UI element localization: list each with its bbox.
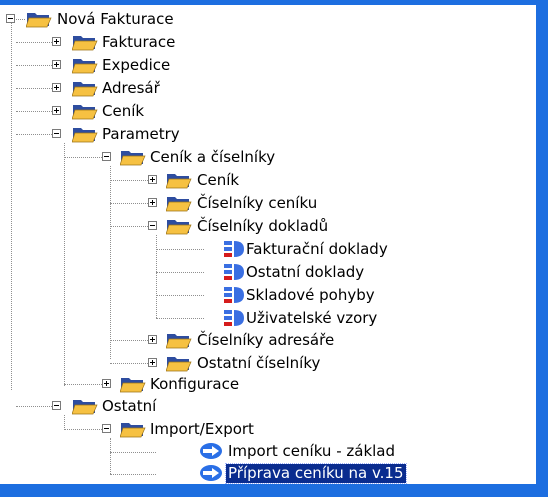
tree-node-ostatni-ciselniky[interactable]: Ostatní číselníky <box>0 352 536 375</box>
tree-node-label[interactable]: Ostatní číselníky <box>195 354 322 373</box>
blue-arrow-icon <box>198 463 224 483</box>
folder-open-icon <box>120 374 146 394</box>
expand-toggle-icon[interactable] <box>52 37 61 46</box>
tree-node-label-selected[interactable]: Příprava ceníku na v.15 <box>225 463 407 484</box>
folder-open-icon <box>72 396 98 416</box>
tree-node-cenik-a-ciselniky[interactable]: Ceník a číselníky <box>0 146 536 169</box>
tree-node-fakturace[interactable]: Fakturace <box>0 31 536 54</box>
tree-node-ciselniky-dokladu[interactable]: Číselníky dokladů <box>0 215 536 238</box>
folder-open-icon <box>72 55 98 75</box>
expand-toggle-icon[interactable] <box>148 175 157 184</box>
tree-node-label[interactable]: Konfigurace <box>148 375 241 394</box>
tree-node-import-export[interactable]: Import/Export <box>0 418 536 441</box>
folder-open-icon <box>166 193 192 213</box>
tree-node-parametry[interactable]: Parametry <box>0 123 536 146</box>
tree-node-label[interactable]: Import/Export <box>148 420 256 439</box>
folder-open-icon <box>72 124 98 144</box>
tree-node-label[interactable]: Ostatní <box>100 397 158 416</box>
expand-toggle-icon[interactable] <box>102 379 111 388</box>
tree-node-label[interactable]: Uživatelské vzory <box>244 309 379 328</box>
folder-open-icon <box>72 101 98 121</box>
collapse-toggle-icon[interactable] <box>6 14 15 23</box>
folder-open-icon <box>120 147 146 167</box>
folder-open-icon <box>166 330 192 350</box>
folder-open-icon <box>166 170 192 190</box>
tree-node-label[interactable]: Ceník a číselníky <box>148 148 277 167</box>
tree-node-label[interactable]: Skladové pohyby <box>244 286 377 305</box>
tree-node-expedice[interactable]: Expedice <box>0 54 536 77</box>
tree-node-label[interactable]: Import ceníku - základ <box>226 442 397 461</box>
tree-node-label[interactable]: Číselníky dokladů <box>195 217 330 236</box>
tree-node-label[interactable]: Expedice <box>100 56 172 75</box>
navigation-tree[interactable]: Nová Fakturace Fakturace Expedice Adresá… <box>0 5 536 484</box>
tree-node-label[interactable]: Ceník <box>195 171 241 190</box>
tree-node-nova-fakturace[interactable]: Nová Fakturace <box>0 8 536 31</box>
window-bottom-border <box>0 484 548 497</box>
tree-node-label[interactable]: Adresář <box>100 79 162 98</box>
tree-node-label[interactable]: Fakturace <box>100 33 177 52</box>
tree-node-cenik-sub[interactable]: Ceník <box>0 169 536 192</box>
expand-toggle-icon[interactable] <box>148 358 157 367</box>
folder-open-icon <box>166 353 192 373</box>
tree-node-ostatni-doklady[interactable]: Ostatní doklady <box>0 261 536 284</box>
screenshot-canvas: Nová Fakturace Fakturace Expedice Adresá… <box>0 0 548 497</box>
expand-toggle-icon[interactable] <box>148 198 157 207</box>
tree-node-priprava-ceniku[interactable]: Příprava ceníku na v.15 <box>0 462 536 484</box>
collapse-toggle-icon[interactable] <box>102 152 111 161</box>
expand-toggle-icon[interactable] <box>52 60 61 69</box>
folder-open-icon <box>166 216 192 236</box>
expand-toggle-icon[interactable] <box>148 335 157 344</box>
tree-node-adresar[interactable]: Adresář <box>0 77 536 100</box>
tree-node-cenik[interactable]: Ceník <box>0 100 536 123</box>
tree-node-skladove-pohyby[interactable]: Skladové pohyby <box>0 284 536 307</box>
window-right-border <box>536 0 548 497</box>
tree-node-label[interactable]: Fakturační doklady <box>244 240 390 259</box>
folder-open-icon <box>72 78 98 98</box>
folder-open-icon <box>26 9 52 29</box>
tree-node-label[interactable]: Parametry <box>100 125 182 144</box>
folder-open-icon <box>72 32 98 52</box>
tree-node-ostatni[interactable]: Ostatní <box>0 395 536 418</box>
tree-node-ciselniky-adresare[interactable]: Číselníky adresáře <box>0 329 536 352</box>
tree-node-fakturacni-doklady[interactable]: Fakturační doklady <box>0 238 536 261</box>
tree-node-label[interactable]: Ceník <box>100 102 146 121</box>
folder-open-icon <box>120 419 146 439</box>
tree-node-import-ceniku[interactable]: Import ceníku - základ <box>0 440 536 463</box>
tree-node-ciselniky-ceniku[interactable]: Číselníky ceníku <box>0 192 536 215</box>
expand-toggle-icon[interactable] <box>52 83 61 92</box>
collapse-toggle-icon[interactable] <box>52 401 61 410</box>
collapse-toggle-icon[interactable] <box>102 424 111 433</box>
tree-node-label[interactable]: Ostatní doklady <box>244 263 366 282</box>
expand-toggle-icon[interactable] <box>52 106 61 115</box>
tree-node-label[interactable]: Číselníky adresáře <box>195 331 336 350</box>
tree-node-konfigurace[interactable]: Konfigurace <box>0 373 536 396</box>
tree-node-label[interactable]: Nová Fakturace <box>55 10 176 29</box>
blue-arrow-icon <box>198 441 224 461</box>
collapse-toggle-icon[interactable] <box>52 129 61 138</box>
tree-node-label[interactable]: Číselníky ceníku <box>195 194 319 213</box>
tree-node-uzivatelske-vzory[interactable]: Uživatelské vzory <box>0 307 536 330</box>
collapse-toggle-icon[interactable] <box>148 221 157 230</box>
